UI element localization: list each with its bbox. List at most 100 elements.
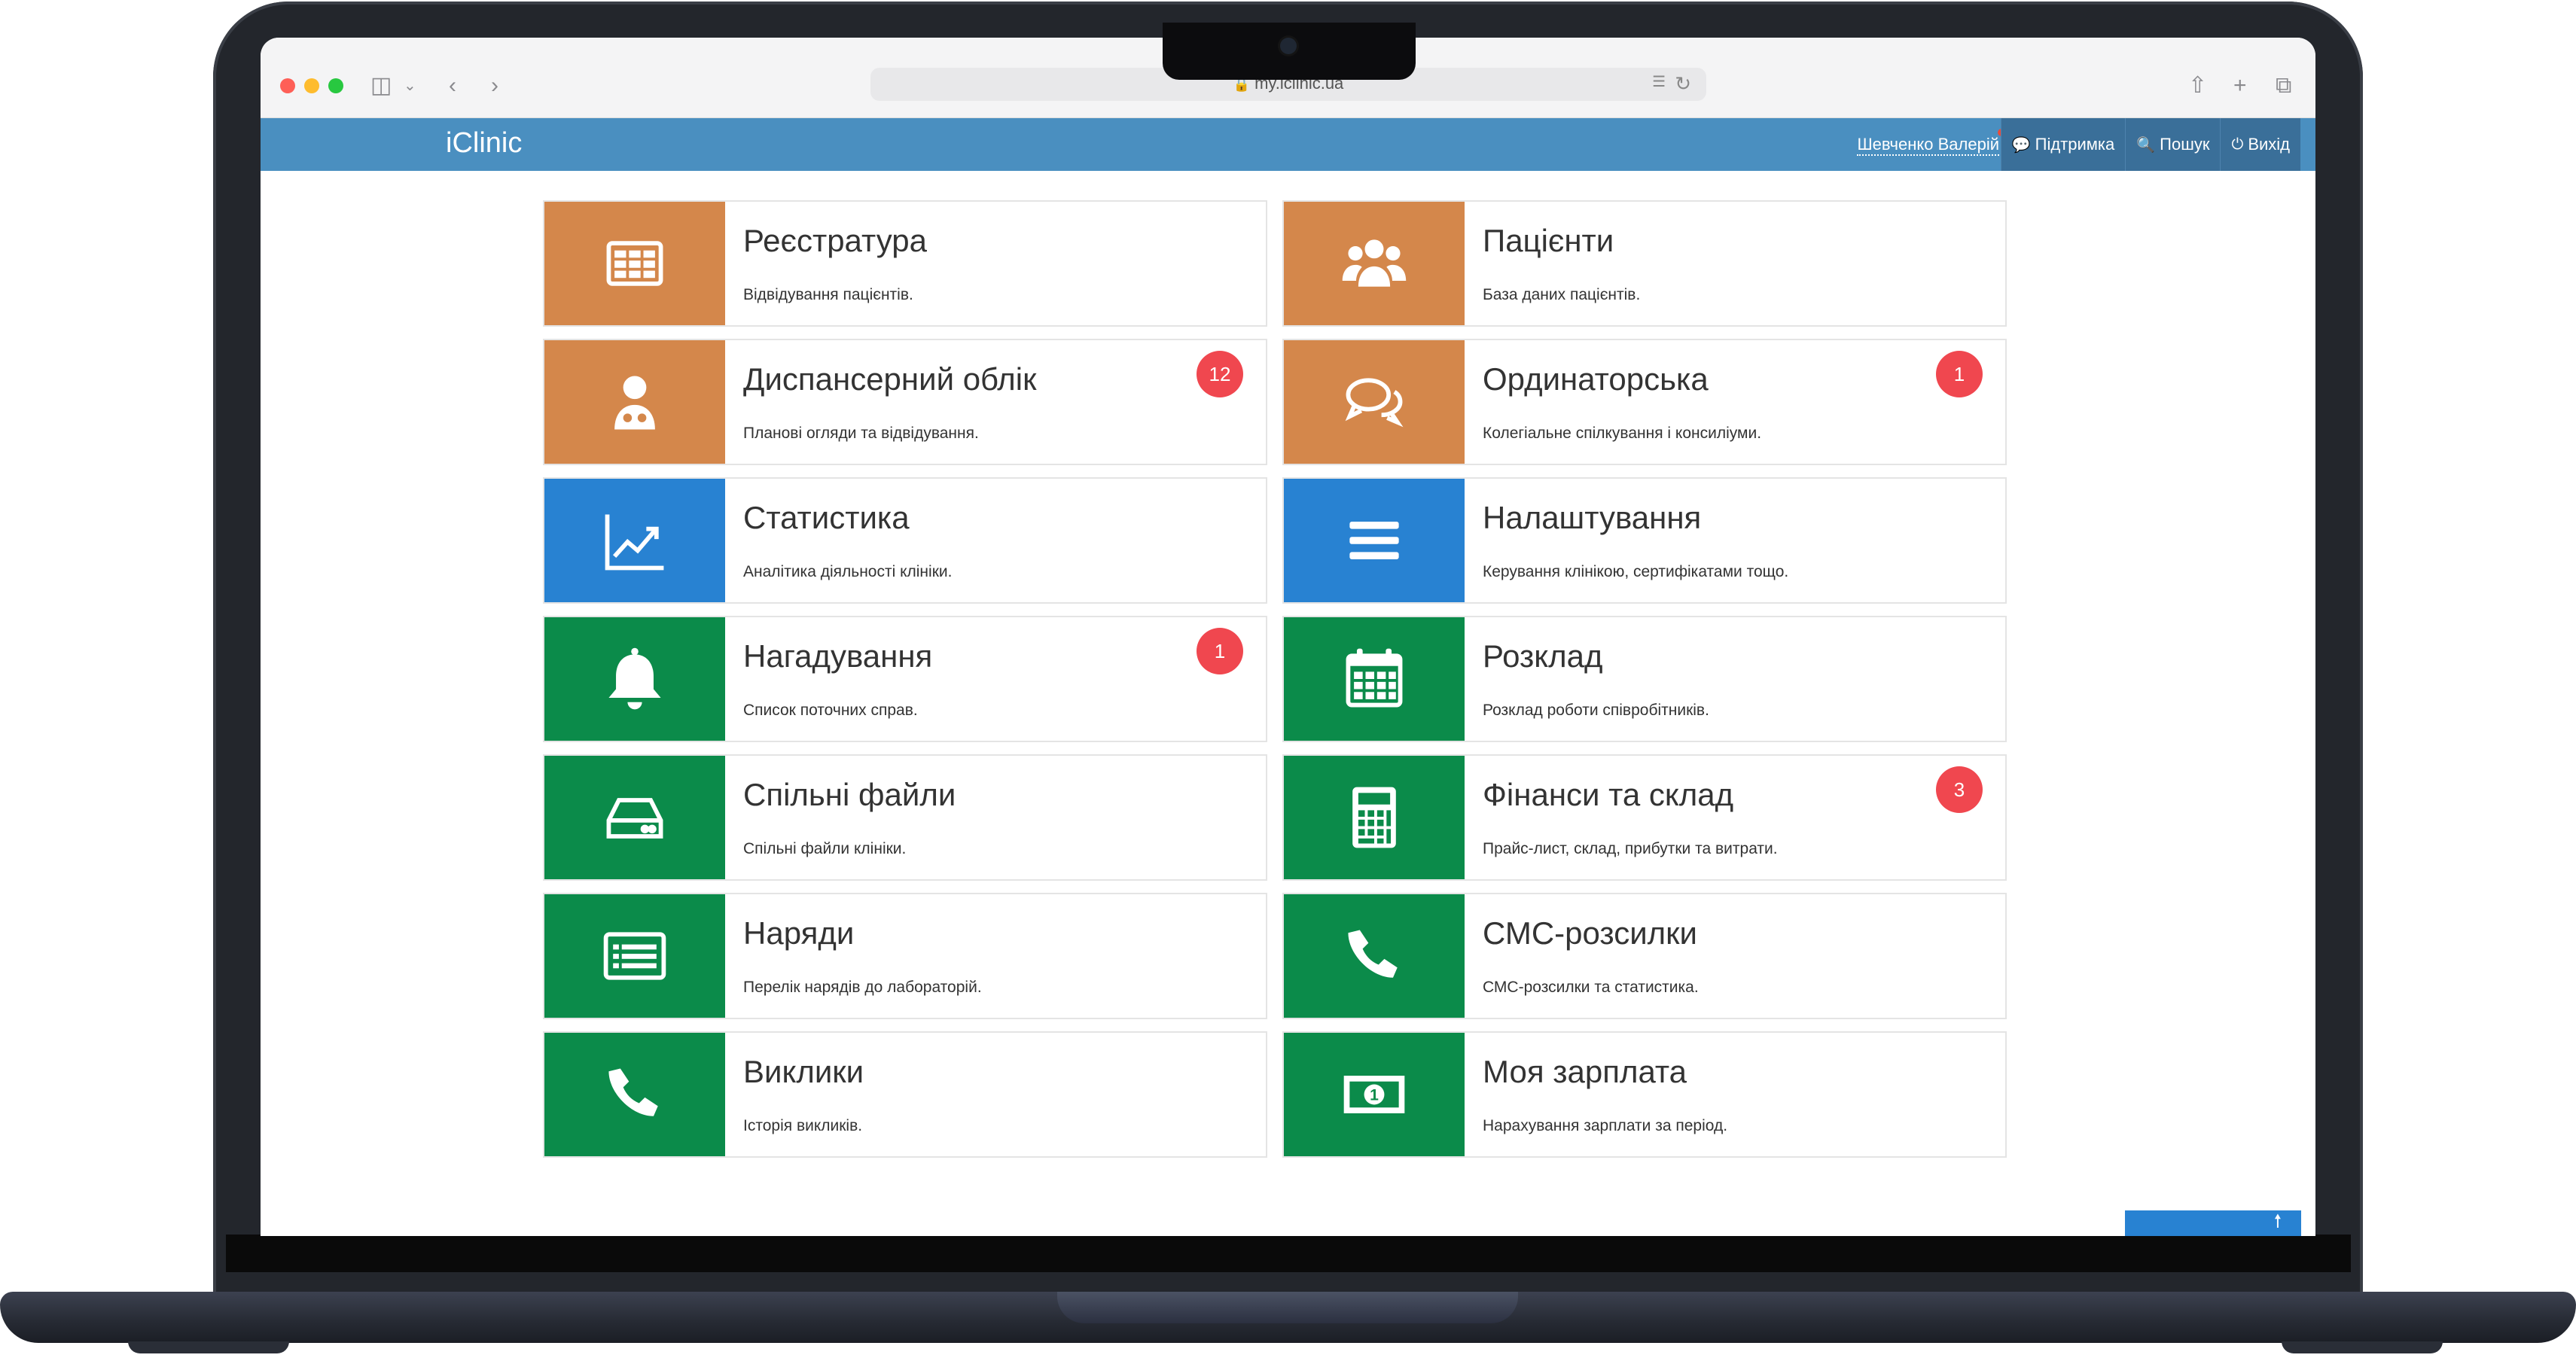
logout-button[interactable]: ⏻ Вихід [2220, 118, 2300, 171]
back-icon[interactable]: ‹ [449, 71, 456, 101]
tile-description: Керування клінікою, сертифікатами тощо. [1483, 563, 1789, 580]
module-tile[interactable]: Нагадування Список поточних справ. 1 [543, 616, 1267, 742]
comment-icon: 💬 [2011, 136, 2031, 154]
tile-description: Нарахування зарплати за період. [1483, 1117, 1728, 1134]
close-window-button[interactable] [280, 78, 295, 93]
module-tile[interactable]: Диспансерний облік Планові огляди та відв… [543, 339, 1267, 465]
tile-body: Наряди Перелік нарядів до лабораторій. [725, 894, 1266, 1018]
tile-title: Статистика [743, 500, 910, 535]
module-tile[interactable]: Налаштування Керування клінікою, сертифік… [1282, 477, 2007, 604]
module-grid: Реєстратура Відвідування пацієнтів. Пацієн… [543, 200, 2007, 1158]
screen: ◫ ⌄ ‹ › 🔒 my.iclinic.ua ↻ ☰ ⇧ + ⧉ iClinic… [261, 38, 2315, 1236]
tile-title: Пацієнти [1483, 223, 1614, 258]
laptop-foot-left [128, 1341, 289, 1353]
support-button[interactable]: 💬 Підтримка [2000, 118, 2126, 171]
tile-description: База даних пацієнтів. [1483, 286, 1641, 303]
camera-icon [1280, 38, 1297, 54]
tile-description: Історія викликів. [743, 1117, 863, 1134]
scroll-to-top-button[interactable]: 🠕 [2125, 1210, 2301, 1236]
phone-icon [544, 1033, 725, 1156]
module-tile[interactable]: Наряди Перелік нарядів до лабораторій. [543, 893, 1267, 1019]
svg-text:1: 1 [1370, 1087, 1379, 1104]
module-tile[interactable]: Реєстратура Відвідування пацієнтів. [543, 200, 1267, 327]
tile-description: Планові огляди та відвідування. [743, 425, 979, 442]
module-tile[interactable]: СМС-розсилки СМС-розсилки та статистика. [1282, 893, 2007, 1019]
notification-badge: 3 [1936, 766, 1983, 813]
sidebar-icon[interactable]: ◫ [370, 71, 392, 101]
tile-description: Колегіальне спілкування і консиліуми. [1483, 425, 1762, 442]
minimize-window-button[interactable] [304, 78, 319, 93]
module-tile[interactable]: Виклики Історія викликів. [543, 1031, 1267, 1158]
chart-icon [544, 479, 725, 602]
tile-title: Нагадування [743, 638, 933, 674]
new-tab-icon[interactable]: + [2233, 71, 2247, 101]
logout-label: Вихід [2248, 135, 2290, 154]
arrow-up-icon: 🠕 [2273, 1211, 2282, 1232]
module-tile[interactable]: Пацієнти База даних пацієнтів. [1282, 200, 2007, 327]
list-icon [544, 894, 725, 1018]
module-tile[interactable]: Ординаторська Колегіальне спілкування і к… [1282, 339, 2007, 465]
search-button[interactable]: 🔍 Пошук [2125, 118, 2220, 171]
chat-icon [1284, 340, 1465, 464]
brand-logo[interactable]: iClinic [446, 127, 522, 160]
tile-title: Виклики [743, 1054, 864, 1089]
tile-description: Розклад роботи співробітників. [1483, 702, 1709, 719]
tile-title: Моя зарплата [1483, 1054, 1687, 1089]
tile-title: Диспансерний облік [743, 361, 1037, 397]
forward-icon[interactable]: › [491, 71, 498, 101]
search-icon: 🔍 [2136, 136, 2156, 154]
header-nav: 💬 Підтримка 🔍 Пошук ⏻ Вихід [2000, 118, 2300, 171]
module-tile[interactable]: 1 Моя зарплата Нарахування зарплати за пер… [1282, 1031, 2007, 1158]
phone-icon [1284, 894, 1465, 1018]
tile-body: Пацієнти База даних пацієнтів. [1465, 202, 2005, 325]
hdd-icon [544, 756, 725, 879]
tile-body: Моя зарплата Нарахування зарплати за пері… [1465, 1033, 2005, 1156]
share-icon[interactable]: ⇧ [2188, 71, 2207, 101]
notification-badge: 1 [1197, 628, 1243, 674]
module-tile[interactable]: Статистика Аналітика діяльності клініки. [543, 477, 1267, 604]
tile-description: Перелік нарядів до лабораторій. [743, 979, 982, 996]
tile-description: СМС-розсилки та статистика. [1483, 979, 1699, 996]
tile-body: Виклики Історія викликів. [725, 1033, 1266, 1156]
tile-title: Розклад [1483, 638, 1603, 674]
laptop-bezel [226, 1235, 2351, 1272]
tile-body: Статистика Аналітика діяльності клініки. [725, 479, 1266, 602]
tile-body: Реєстратура Відвідування пацієнтів. [725, 202, 1266, 325]
tile-body: Фінанси та склад Прайс-лист, склад, прибу… [1465, 756, 2005, 879]
chevron-down-icon[interactable]: ⌄ [404, 71, 416, 101]
notification-badge: 12 [1197, 351, 1243, 397]
calendar-icon [1284, 617, 1465, 741]
tile-title: СМС-розсилки [1483, 915, 1697, 951]
calculator-icon [1284, 756, 1465, 879]
translate-icon[interactable]: ☰ [1652, 72, 1666, 91]
tile-description: Спільні файли клініки. [743, 840, 907, 857]
maximize-window-button[interactable] [328, 78, 343, 93]
tabs-overview-icon[interactable]: ⧉ [2276, 71, 2291, 101]
doctor-icon [544, 340, 725, 464]
reload-icon[interactable]: ↻ [1675, 72, 1691, 96]
power-icon: ⏻ [2231, 135, 2244, 153]
tile-body: Спільні файли Спільні файли клініки. [725, 756, 1266, 879]
tile-body: Налаштування Керування клінікою, сертифік… [1465, 479, 2005, 602]
tile-title: Ординаторська [1483, 361, 1709, 397]
tile-title: Реєстратура [743, 223, 927, 258]
laptop-foot-right [2282, 1341, 2443, 1353]
menu-icon [1284, 479, 1465, 602]
search-label: Пошук [2160, 135, 2210, 154]
module-tile[interactable]: Розклад Розклад роботи співробітників. [1282, 616, 2007, 742]
user-menu-link[interactable]: Шевченко Валерій [1857, 135, 1999, 156]
tile-description: Аналітика діяльності клініки. [743, 563, 953, 580]
tile-body: Ординаторська Колегіальне спілкування і к… [1465, 340, 2005, 464]
module-tile[interactable]: Спільні файли Спільні файли клініки. [543, 754, 1267, 881]
money-icon: 1 [1284, 1033, 1465, 1156]
module-tile[interactable]: Фінанси та склад Прайс-лист, склад, прибу… [1282, 754, 2007, 881]
app-header: iClinic Шевченко Валерій 💬 Підтримка 🔍 Пош… [261, 118, 2315, 171]
tile-title: Спільні файли [743, 777, 956, 812]
laptop-hinge [1057, 1292, 1518, 1323]
support-label: Підтримка [2035, 135, 2115, 154]
tile-title: Наряди [743, 915, 855, 951]
table-icon [544, 202, 725, 325]
tile-description: Список поточних справ. [743, 702, 918, 719]
tile-description: Відвідування пацієнтів. [743, 286, 913, 303]
tile-title: Фінанси та склад [1483, 777, 1734, 812]
